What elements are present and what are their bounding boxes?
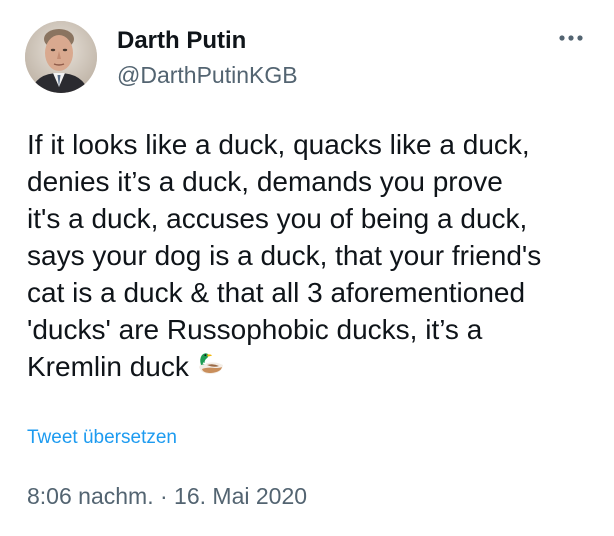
tweet-timestamp: 8:06 nachm. · 16. Mai 2020 bbox=[27, 483, 307, 510]
avatar[interactable] bbox=[25, 21, 97, 93]
meta-separator: · bbox=[159, 483, 168, 509]
tweet-card: Darth Putin @DarthPutinKGB If it looks l… bbox=[0, 0, 614, 536]
more-options-button[interactable] bbox=[553, 26, 589, 50]
avatar-portrait-icon bbox=[25, 21, 97, 93]
tweet-text-body: If it looks like a duck, quacks like a d… bbox=[27, 129, 542, 382]
author-handle[interactable]: @DarthPutinKGB bbox=[117, 62, 298, 89]
duck-emoji-icon bbox=[195, 348, 225, 385]
tweet-text: If it looks like a duck, quacks like a d… bbox=[27, 126, 592, 385]
author-display-name[interactable]: Darth Putin bbox=[117, 27, 246, 55]
tweet-date[interactable]: 16. Mai 2020 bbox=[174, 483, 307, 509]
more-horizontal-icon bbox=[559, 35, 583, 41]
tweet-time[interactable]: 8:06 nachm. bbox=[27, 483, 154, 509]
translate-tweet-link[interactable]: Tweet übersetzen bbox=[27, 427, 177, 449]
